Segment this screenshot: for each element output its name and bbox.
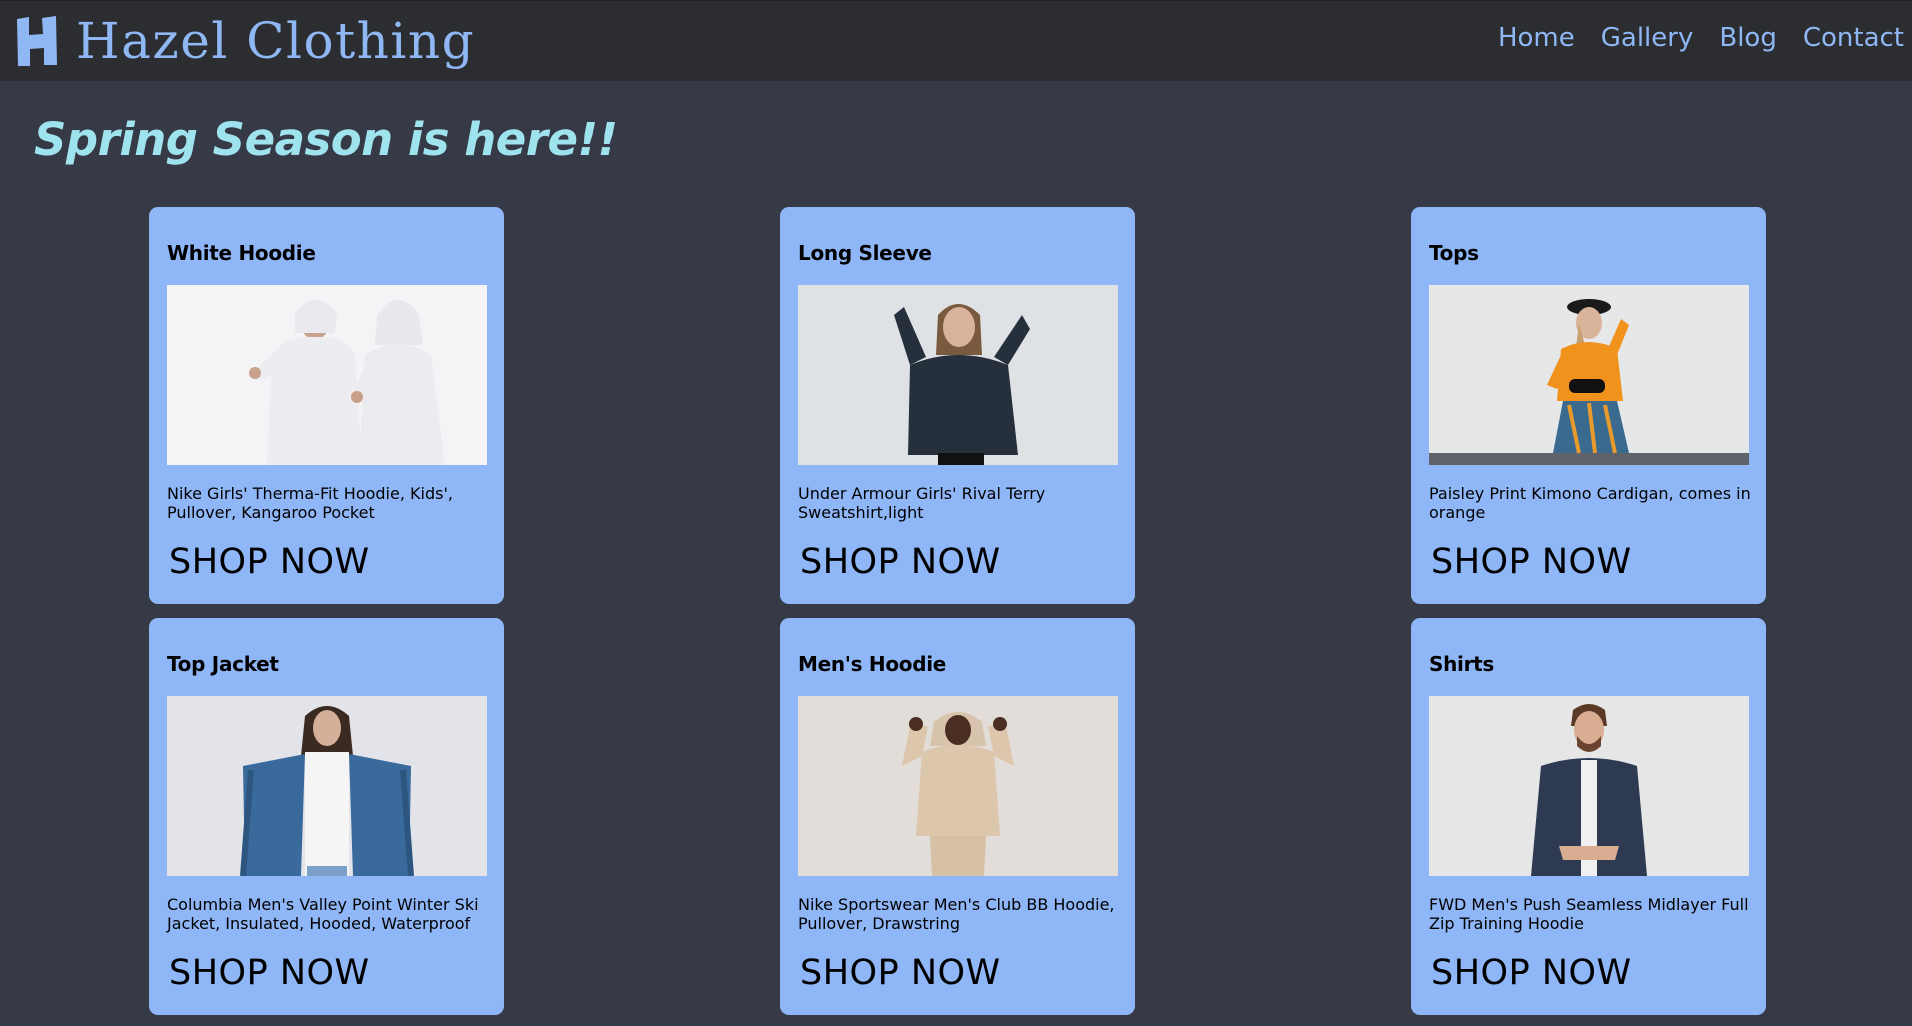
- product-image[interactable]: [1429, 696, 1749, 876]
- product-title: Shirts: [1429, 652, 1495, 676]
- woman-dark-long-sleeve-photo: [798, 285, 1118, 465]
- product-image[interactable]: [798, 696, 1118, 876]
- product-image[interactable]: [167, 696, 487, 876]
- product-card: Tops Paisley Print Kimono Cardigan, come…: [1411, 207, 1766, 604]
- product-image[interactable]: [798, 285, 1118, 465]
- shop-now-button[interactable]: SHOP NOW: [800, 953, 1001, 993]
- product-title: Men's Hoodie: [798, 652, 947, 676]
- product-title: Tops: [1429, 241, 1479, 265]
- product-description: Columbia Men's Valley Point Winter Ski J…: [167, 895, 479, 933]
- woman-white-hoodie-photo: [167, 285, 487, 465]
- shop-now-button[interactable]: SHOP NOW: [1431, 542, 1632, 582]
- woman-orange-top-photo: [1429, 285, 1749, 465]
- product-image[interactable]: [1429, 285, 1749, 465]
- product-card: Men's Hoodie Nike Sportswear Men's Club …: [780, 618, 1135, 1015]
- shop-now-button[interactable]: SHOP NOW: [169, 542, 370, 582]
- shop-now-button[interactable]: SHOP NOW: [169, 953, 370, 993]
- product-card: Top Jacket Columbia Men's Valley Point W…: [149, 618, 504, 1015]
- product-title: Top Jacket: [167, 652, 279, 676]
- product-description: Nike Sportswear Men's Club BB Hoodie, Pu…: [798, 895, 1115, 933]
- shop-now-button[interactable]: SHOP NOW: [1431, 953, 1632, 993]
- product-description: Nike Girls' Therma-Fit Hoodie, Kids', Pu…: [167, 484, 453, 522]
- product-description: FWD Men's Push Seamless Midlayer Full Zi…: [1429, 895, 1749, 933]
- product-grid: White Hoodie Nike Girls' Therma-Fit Hood…: [0, 0, 1912, 1026]
- product-card: Long Sleeve Under Armour Girls' Rival Te…: [780, 207, 1135, 604]
- shop-now-button[interactable]: SHOP NOW: [800, 542, 1001, 582]
- person-denim-jacket-photo: [167, 696, 487, 876]
- product-card: White Hoodie Nike Girls' Therma-Fit Hood…: [149, 207, 504, 604]
- product-description: Under Armour Girls' Rival Terry Sweatshi…: [798, 484, 1046, 522]
- product-image[interactable]: [167, 285, 487, 465]
- man-beige-hoodie-photo: [798, 696, 1118, 876]
- product-card: Shirts FWD Men's Push Seamless Midlayer …: [1411, 618, 1766, 1015]
- product-title: Long Sleeve: [798, 241, 932, 265]
- man-navy-shirt-photo: [1429, 696, 1749, 876]
- product-description: Paisley Print Kimono Cardigan, comes in …: [1429, 484, 1751, 522]
- product-title: White Hoodie: [167, 241, 316, 265]
